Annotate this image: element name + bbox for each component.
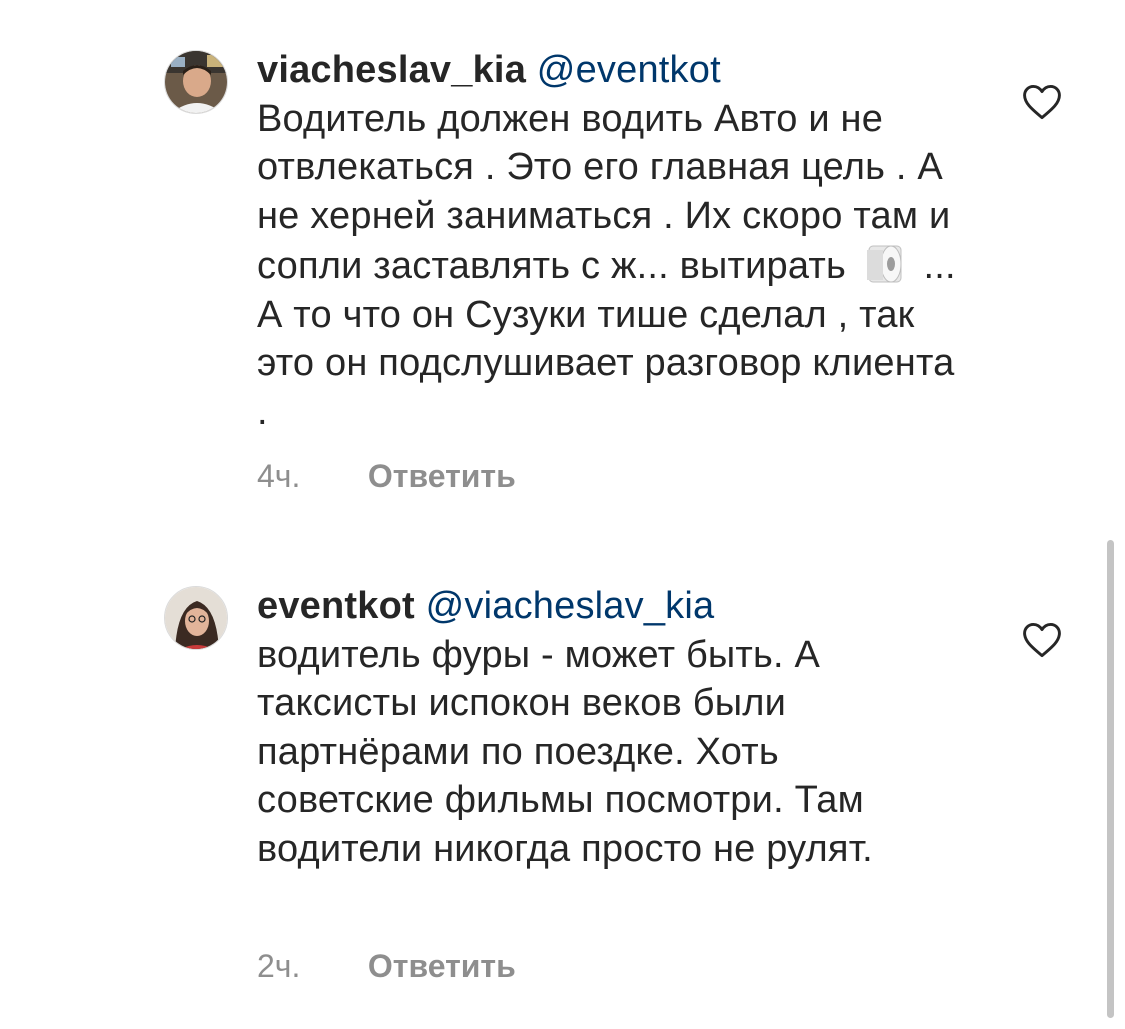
toilet-paper-emoji-icon xyxy=(861,240,909,288)
comment-meta: 4ч. Ответить xyxy=(257,458,516,495)
comment-username[interactable]: viacheslav_kia xyxy=(257,49,526,91)
heart-outline-icon[interactable] xyxy=(1020,618,1064,662)
reply-button[interactable]: Ответить xyxy=(368,458,516,494)
heart-outline-icon[interactable] xyxy=(1020,80,1064,124)
avatar[interactable] xyxy=(164,50,228,114)
comment-body: eventkot @viacheslav_kia водитель фуры -… xyxy=(257,582,957,873)
comment-username[interactable]: eventkot xyxy=(257,585,415,627)
comment-mention[interactable]: @viacheslav_kia xyxy=(426,585,715,627)
avatar[interactable] xyxy=(164,586,228,650)
comment-mention[interactable]: @eventkot xyxy=(537,49,721,91)
comment-meta: 2ч. Ответить xyxy=(257,948,516,985)
reply-button[interactable]: Ответить xyxy=(368,948,516,984)
comment-time: 4ч. xyxy=(257,458,301,494)
comment-time: 2ч. xyxy=(257,948,301,984)
comment-text: Водитель должен водить Авто и не отвлека… xyxy=(257,97,951,288)
comment-body: viacheslav_kia @eventkot Водитель должен… xyxy=(257,46,957,436)
comment-text: водитель фуры - может быть. А таксисты и… xyxy=(257,633,873,870)
scrollbar[interactable] xyxy=(1107,540,1114,1018)
